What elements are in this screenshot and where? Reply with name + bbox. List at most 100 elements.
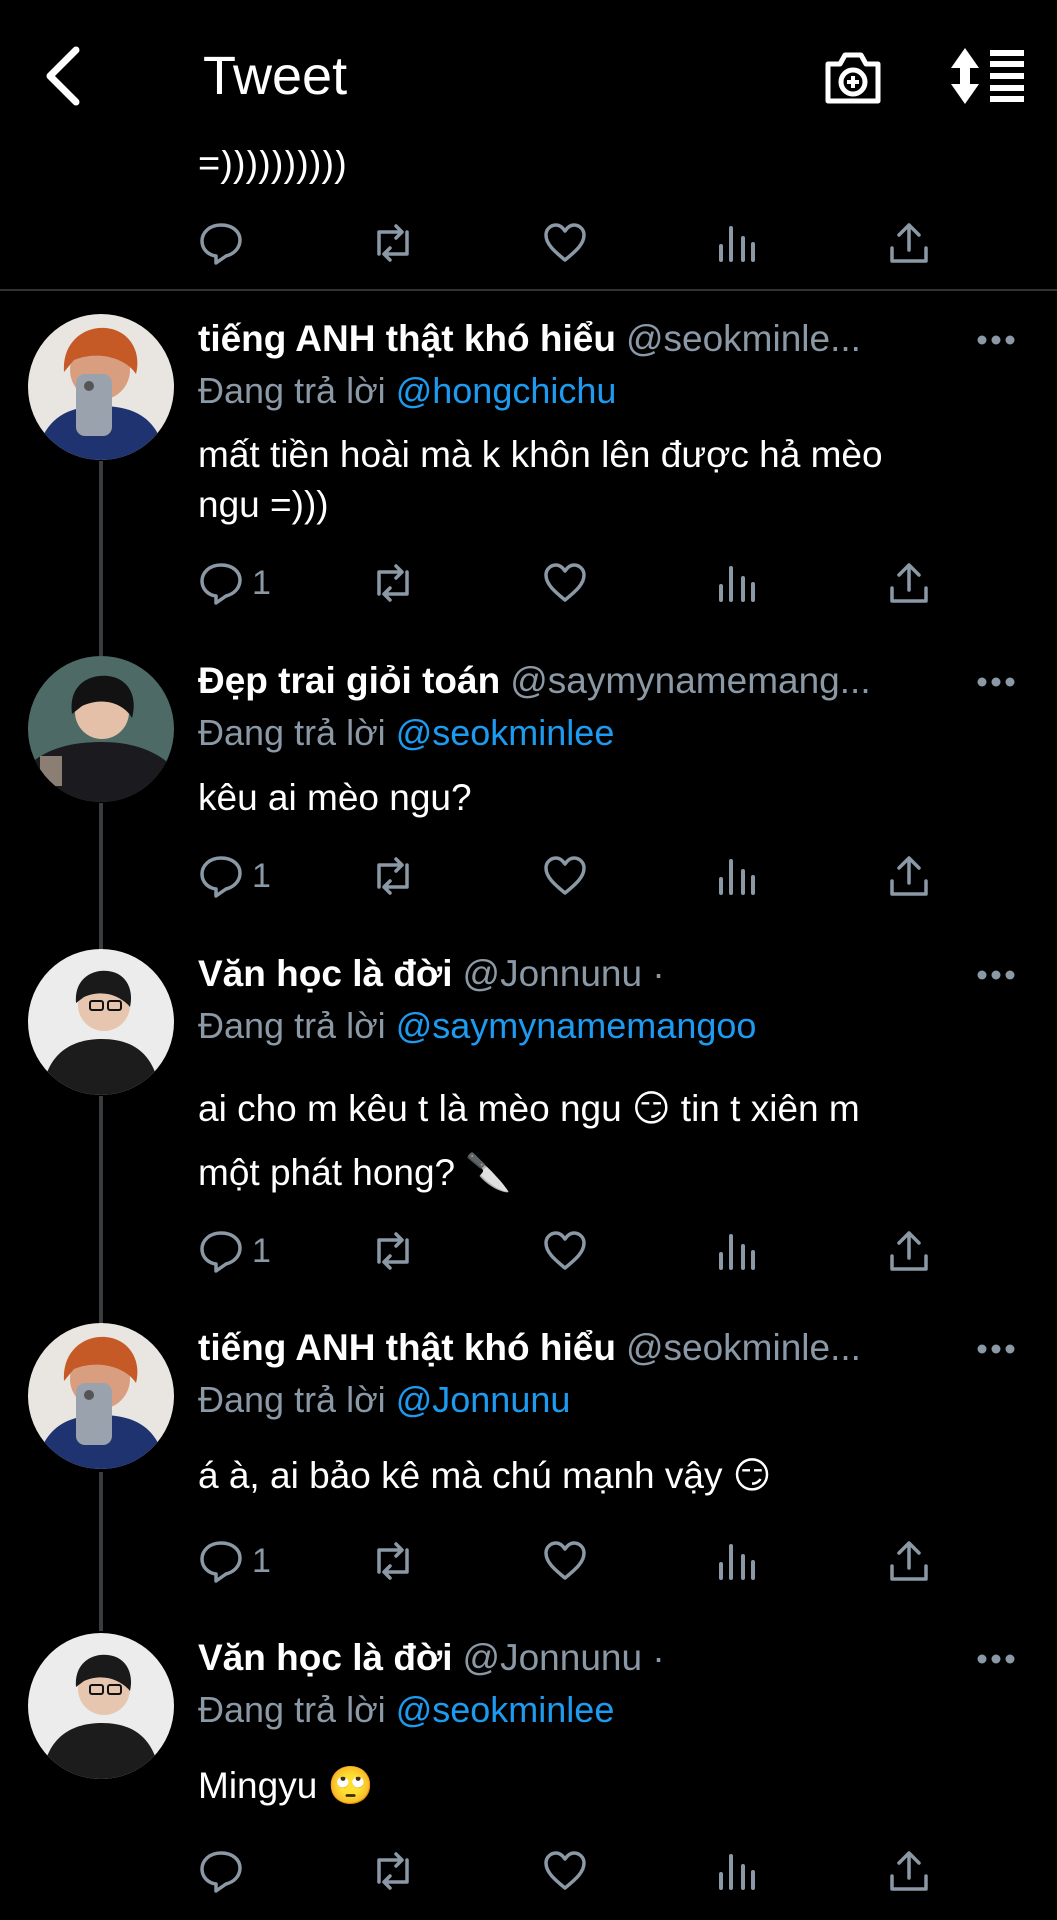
heart-icon xyxy=(544,856,586,895)
reply-icon xyxy=(200,856,242,898)
share-button[interactable] xyxy=(886,1531,932,1591)
mention-link[interactable]: @seokminlee xyxy=(396,712,615,753)
like-button[interactable] xyxy=(542,846,588,906)
views-button[interactable] xyxy=(714,846,760,906)
reply-button[interactable]: 1 xyxy=(198,553,271,613)
tweet-author: tiếng ANH thật khó hiểu @seokminle... xyxy=(198,1327,958,1377)
avatar[interactable] xyxy=(28,949,174,1095)
reply-button[interactable]: 1 xyxy=(198,1531,271,1591)
reply-icon xyxy=(200,1541,242,1583)
retweet-icon xyxy=(377,1232,409,1270)
display-name[interactable]: Văn học là đời xyxy=(198,953,453,994)
user-handle[interactable]: @saymynamemang... xyxy=(510,660,870,701)
mention-link[interactable]: @seokminlee xyxy=(396,1689,615,1730)
share-button[interactable] xyxy=(886,213,932,273)
reply-icon xyxy=(200,563,242,605)
replying-to: Đang trả lời @seokminlee xyxy=(198,1689,614,1731)
like-button[interactable] xyxy=(542,213,588,273)
avatar[interactable] xyxy=(28,1323,174,1469)
more-icon[interactable] xyxy=(976,334,1016,346)
tweet-actions: 1 xyxy=(198,553,958,613)
like-button[interactable] xyxy=(542,553,588,613)
retweet-button[interactable] xyxy=(370,846,416,906)
replying-to: Đang trả lời @hongchichu xyxy=(198,370,616,412)
views-button[interactable] xyxy=(714,553,760,613)
mention-link[interactable]: @Jonnunu xyxy=(396,1379,571,1420)
user-handle[interactable]: @seokminle... xyxy=(626,318,861,359)
page-title: Tweet xyxy=(203,46,348,106)
share-icon xyxy=(890,563,928,603)
avatar-image xyxy=(28,656,174,802)
retweet-icon xyxy=(377,1852,409,1890)
reply-icon xyxy=(200,1231,242,1273)
display-name[interactable]: tiếng ANH thật khó hiểu xyxy=(198,318,616,359)
more-icon[interactable] xyxy=(976,1653,1016,1665)
thread-connector xyxy=(99,461,103,656)
user-handle[interactable]: @Jonnunu · xyxy=(463,1637,665,1678)
share-button[interactable] xyxy=(886,1841,932,1901)
avatar-image xyxy=(28,1633,174,1779)
retweet-button[interactable] xyxy=(370,1221,416,1281)
share-button[interactable] xyxy=(886,553,932,613)
avatar[interactable] xyxy=(28,656,174,802)
more-icon[interactable] xyxy=(976,676,1016,688)
avatar-image xyxy=(28,949,174,1095)
tweet-text-line: kêu ai mèo ngu? xyxy=(198,777,472,818)
share-icon xyxy=(890,1851,928,1891)
like-button[interactable] xyxy=(542,1531,588,1591)
camera-plus-icon[interactable] xyxy=(822,46,884,108)
tweet-author: tiếng ANH thật khó hiểu @seokminle... xyxy=(198,318,958,368)
share-button[interactable] xyxy=(886,846,932,906)
retweet-button[interactable] xyxy=(370,1531,416,1591)
replying-to: Đang trả lời @seokminlee xyxy=(198,712,614,754)
avatar[interactable] xyxy=(28,1633,174,1779)
retweet-button[interactable] xyxy=(370,1841,416,1901)
tweet-text-line: Mingyu 🙄 xyxy=(198,1765,374,1806)
user-handle[interactable]: @seokminle... xyxy=(626,1327,861,1368)
reply-count: 1 xyxy=(252,856,271,895)
reply-count: 1 xyxy=(252,1541,271,1580)
user-handle[interactable]: @Jonnunu · xyxy=(463,953,665,994)
reply-button[interactable] xyxy=(198,213,244,273)
tweet-text-line: ngu =))) xyxy=(198,484,329,525)
bar-chart-icon xyxy=(719,566,755,602)
mention-link[interactable]: @hongchichu xyxy=(396,370,617,411)
tweet-text-line: một phát hong? 🔪 xyxy=(198,1152,512,1193)
display-name[interactable]: Đẹp trai giỏi toán xyxy=(198,660,500,701)
mention-link[interactable]: @saymynamemangoo xyxy=(396,1005,757,1046)
reply-prefix: Đang trả lời xyxy=(198,1005,386,1046)
bar-chart-icon xyxy=(719,859,755,895)
display-name[interactable]: Văn học là đời xyxy=(198,1637,453,1678)
more-icon[interactable] xyxy=(976,1343,1016,1355)
reply-button[interactable] xyxy=(198,1841,252,1901)
more-icon[interactable] xyxy=(976,969,1016,981)
retweet-button[interactable] xyxy=(370,213,416,273)
avatar[interactable] xyxy=(28,314,174,460)
heart-icon xyxy=(544,1851,586,1890)
views-button[interactable] xyxy=(714,1841,760,1901)
retweet-icon xyxy=(377,224,409,262)
tweet-text: mất tiền hoài mà k khôn lên được hả mèo … xyxy=(198,430,998,530)
chevron-left-icon[interactable] xyxy=(40,44,88,108)
sort-icon[interactable] xyxy=(950,46,1026,106)
like-button[interactable] xyxy=(542,1221,588,1281)
bar-chart-icon xyxy=(719,1544,755,1580)
reply-button[interactable]: 1 xyxy=(198,846,271,906)
thread-connector xyxy=(99,803,103,950)
views-button[interactable] xyxy=(714,1221,760,1281)
tweet-text-line: mất tiền hoài mà k khôn lên được hả mèo xyxy=(198,434,883,475)
reply-button[interactable]: 1 xyxy=(198,1221,271,1281)
avatar-image xyxy=(28,314,174,460)
views-button[interactable] xyxy=(714,213,760,273)
display-name[interactable]: tiếng ANH thật khó hiểu xyxy=(198,1327,616,1368)
retweet-button[interactable] xyxy=(370,553,416,613)
reply-count: 1 xyxy=(252,563,271,602)
share-icon xyxy=(890,856,928,896)
retweet-icon xyxy=(377,1542,409,1580)
replying-to: Đang trả lời @saymynamemangoo xyxy=(198,1005,756,1047)
like-button[interactable] xyxy=(542,1841,588,1901)
share-button[interactable] xyxy=(886,1221,932,1281)
tweet-author: Văn học là đời @Jonnunu · xyxy=(198,953,958,1003)
views-button[interactable] xyxy=(714,1531,760,1591)
tweet-text: Mingyu 🙄 xyxy=(198,1761,998,1811)
